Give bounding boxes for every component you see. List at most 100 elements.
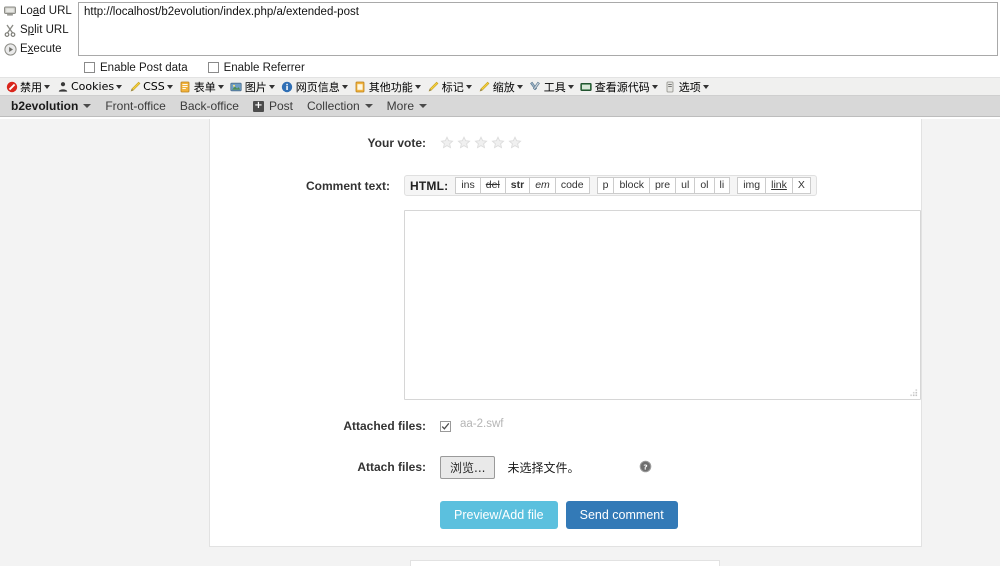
browse-button[interactable]: 浏览... — [440, 456, 496, 479]
html-button-del[interactable]: del — [479, 177, 506, 194]
wd-item-options[interactable]: 选项 — [661, 79, 712, 95]
split-url-action[interactable]: Split URL — [0, 21, 74, 39]
checkbox-box — [84, 62, 95, 73]
vote-row: Your vote: — [210, 135, 921, 151]
chevron-down-icon — [516, 84, 523, 89]
evobar-item-label: Collection — [306, 99, 360, 113]
chevron-down-icon — [567, 84, 574, 89]
evobar-brand-menu[interactable]: b2evolution — [4, 96, 98, 117]
html-toolbar: HTML: ins del str em code p block pre ul… — [404, 175, 817, 196]
wd-label: 选项 — [678, 80, 701, 94]
star-icon-3[interactable] — [474, 136, 488, 150]
page-background: Your vote: Comment text: HTML: ins del s… — [0, 119, 1000, 566]
forms-icon — [179, 80, 192, 93]
wd-label: 其他功能 — [368, 80, 413, 94]
star-icon-1[interactable] — [440, 136, 454, 150]
below-card-panel — [410, 560, 720, 566]
css-pencil-icon — [128, 80, 141, 93]
star-icon-5[interactable] — [508, 136, 522, 150]
wd-item-tools[interactable]: 工具 — [526, 79, 577, 95]
load-url-icon — [0, 3, 20, 19]
attach-files-label: Attach files: — [357, 460, 426, 474]
tools-icon — [529, 80, 542, 93]
html-toolbar-title: HTML: — [410, 178, 449, 193]
html-button-group-inline: ins del str em code — [455, 177, 590, 194]
wd-item-view-source[interactable]: 查看源代码 — [577, 79, 661, 95]
wd-label: 缩放 — [492, 80, 515, 94]
form-actions-row: Preview/Add file Send comment — [210, 501, 921, 529]
svg-text:?: ? — [644, 462, 648, 471]
evobar-item-label: Back-office — [179, 99, 239, 113]
star-icon-4[interactable] — [491, 136, 505, 150]
evobar-item-more[interactable]: More — [380, 96, 434, 117]
cookies-icon — [56, 80, 69, 93]
comment-text-label: Comment text: — [305, 179, 390, 193]
html-button-pre[interactable]: pre — [648, 177, 677, 194]
wd-label: 表单 — [193, 80, 216, 94]
comment-form-card: Your vote: Comment text: HTML: ins del s… — [209, 119, 922, 547]
wd-label: 工具 — [543, 80, 566, 94]
html-button-code[interactable]: code — [554, 177, 590, 194]
send-comment-button[interactable]: Send comment — [565, 501, 678, 529]
html-button-ol[interactable]: ol — [694, 177, 715, 194]
evobar-item-front-office[interactable]: Front-office — [98, 96, 172, 117]
file-input[interactable]: 浏览... 未选择文件。 ? — [440, 456, 921, 479]
evobar-item-post[interactable]: + Post — [246, 96, 300, 117]
images-icon — [230, 80, 243, 93]
chevron-down-icon — [83, 104, 92, 108]
html-button-str[interactable]: str — [504, 177, 531, 194]
resize-pencil-icon — [478, 80, 491, 93]
enable-post-data-checkbox[interactable]: Enable Post data — [84, 62, 188, 74]
wd-item-cookies[interactable]: Cookies — [53, 79, 125, 95]
wd-item-outline[interactable]: 标记 — [424, 79, 475, 95]
evobar: b2evolution Front-office Back-office + P… — [0, 96, 1000, 117]
wd-item-resize[interactable]: 缩放 — [475, 79, 526, 95]
evobar-brand-label: b2evolution — [11, 99, 79, 113]
wd-item-css[interactable]: CSS — [125, 79, 176, 95]
wd-item-misc[interactable]: 其他功能 — [351, 79, 424, 95]
chevron-down-icon — [414, 84, 421, 89]
wd-label: 网页信息 — [295, 80, 340, 94]
enable-referrer-checkbox[interactable]: Enable Referrer — [207, 61, 305, 74]
load-url-label: Load URL — [20, 5, 72, 17]
html-button-li[interactable]: li — [713, 177, 731, 194]
wd-item-page-info[interactable]: 网页信息 — [278, 79, 351, 95]
resize-grip-icon[interactable] — [908, 387, 919, 398]
enable-referrer-label: Enable Referrer — [223, 61, 305, 74]
wd-item-forms[interactable]: 表单 — [176, 79, 227, 95]
html-button-link[interactable]: link — [765, 177, 793, 194]
html-button-group-block: p block pre ul ol li — [596, 177, 731, 194]
preview-add-file-button[interactable]: Preview/Add file — [440, 501, 558, 529]
execute-label: Execute — [20, 43, 62, 55]
misc-icon — [354, 80, 367, 93]
evobar-item-collection[interactable]: Collection — [300, 96, 380, 117]
url-input[interactable]: http://localhost/b2evolution/index.php/a… — [78, 2, 998, 56]
load-url-action[interactable]: Load URL — [0, 2, 74, 20]
html-button-ins[interactable]: ins — [455, 177, 481, 194]
comment-textarea[interactable] — [404, 210, 921, 400]
execute-action[interactable]: Execute — [0, 40, 74, 58]
chevron-down-icon — [651, 84, 658, 89]
html-button-em[interactable]: em — [529, 177, 556, 194]
star-icon-2[interactable] — [457, 136, 471, 150]
chevron-down-icon — [702, 84, 709, 89]
wd-item-images[interactable]: 图片 — [227, 79, 278, 95]
vote-label: Your vote: — [367, 136, 426, 150]
html-button-img[interactable]: img — [737, 177, 767, 194]
chevron-down-icon — [44, 84, 50, 89]
attached-file-checkbox[interactable] — [440, 420, 451, 432]
attached-files-label: Attached files: — [343, 419, 426, 433]
html-button-block[interactable]: block — [613, 177, 650, 194]
execute-icon — [0, 41, 20, 57]
evobar-item-back-office[interactable]: Back-office — [173, 96, 246, 117]
wd-label: CSS — [143, 80, 165, 93]
html-button-p[interactable]: p — [596, 177, 615, 194]
html-button-ul[interactable]: ul — [675, 177, 696, 194]
rating-stars[interactable] — [440, 135, 921, 150]
outline-pencil-icon — [427, 80, 440, 93]
attach-files-row: Attach files: 浏览... 未选择文件。 ? — [210, 456, 921, 479]
html-button-clear[interactable]: X — [791, 177, 811, 194]
comment-text-row: Comment text: HTML: ins del str em code … — [210, 175, 921, 400]
wd-item-disable[interactable]: 禁用 — [2, 79, 53, 95]
help-circle-icon[interactable]: ? — [639, 460, 652, 476]
